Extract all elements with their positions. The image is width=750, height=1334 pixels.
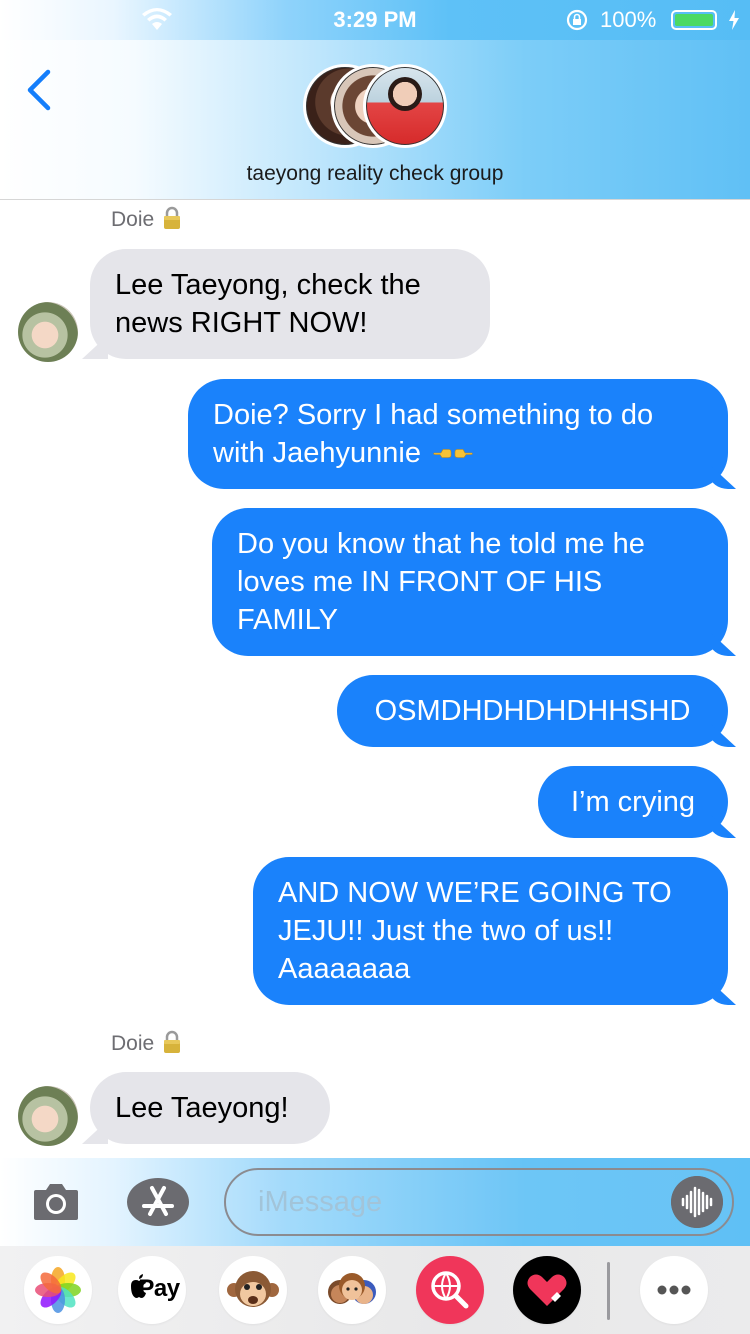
battery-percent: 100% [600,7,657,32]
charging-bolt-icon [729,10,739,30]
padlock-icon [164,1030,181,1053]
message-bubble-outgoing[interactable]: I’m crying [538,766,728,838]
battery-icon [671,10,717,30]
member-avatar [363,64,447,148]
sender-avatar[interactable] [18,302,78,362]
more-apps-icon [657,1285,691,1295]
message-text: OSMDHDHDHDHHSHD [374,695,691,727]
composer-bar [0,1158,750,1246]
digital-touch-heart-icon [527,1274,567,1306]
message-text: I’m crying [570,786,696,818]
group-name[interactable]: taeyong reality check group [0,162,750,186]
sender-label: Doie [111,206,182,232]
animoji-app-button[interactable] [219,1256,287,1324]
audio-waveform-icon[interactable] [671,1176,723,1228]
sender-label: Doie [111,1030,182,1056]
memoji-app-button[interactable] [318,1256,386,1324]
status-bar: 3:29 PM 100% [0,0,750,40]
app-store-icon[interactable] [126,1176,190,1228]
sender-avatar[interactable] [18,1086,78,1146]
app-drawer: Pay [0,1246,750,1334]
conversation-header: taeyong reality check group [0,40,750,200]
message-text: Do you know that he told me he loves me … [237,528,645,636]
photos-app-button[interactable] [24,1256,92,1324]
apple-pay-app-button[interactable]: Pay [118,1256,186,1324]
battery-fill [675,14,713,26]
imessage-input[interactable] [224,1168,734,1236]
monkey-animoji-icon [227,1271,279,1307]
drawer-divider [607,1262,610,1320]
message-bubble-outgoing[interactable]: Doie? Sorry I had something to do with J… [188,379,728,489]
message-text: Lee Taeyong! [115,1092,289,1124]
memoji-stickers-icon [328,1273,376,1304]
web-search-icon [431,1271,469,1309]
rotation-lock-icon [566,9,588,31]
camera-icon[interactable] [32,1178,80,1222]
group-avatars[interactable] [303,64,449,150]
message-bubble-incoming[interactable]: Lee Taeyong, check the news RIGHT NOW! [90,249,490,359]
message-text: Lee Taeyong, check the news RIGHT NOW! [115,269,421,339]
message-bubble-outgoing[interactable]: OSMDHDHDHDHHSHD [337,675,728,747]
sender-name: Doie [111,1032,155,1055]
apple-pay-label: Pay [138,1275,180,1302]
message-text: AND NOW WE’RE GOING TO JEJU!! Just the t… [278,877,672,985]
chevron-left-icon[interactable] [22,68,58,112]
sender-name: Doie [111,208,155,231]
digital-touch-app-button[interactable] [513,1256,581,1324]
message-bubble-incoming[interactable]: Lee Taeyong! [90,1072,330,1144]
more-apps-button[interactable] [640,1256,708,1324]
message-bubble-outgoing[interactable]: AND NOW WE’RE GOING TO JEJU!! Just the t… [253,857,728,1005]
pointing-hands-emoji [433,449,473,458]
web-search-app-button[interactable] [416,1256,484,1324]
message-bubble-outgoing[interactable]: Do you know that he told me he loves me … [212,508,728,656]
photos-icon [35,1267,81,1313]
padlock-icon [164,206,181,229]
